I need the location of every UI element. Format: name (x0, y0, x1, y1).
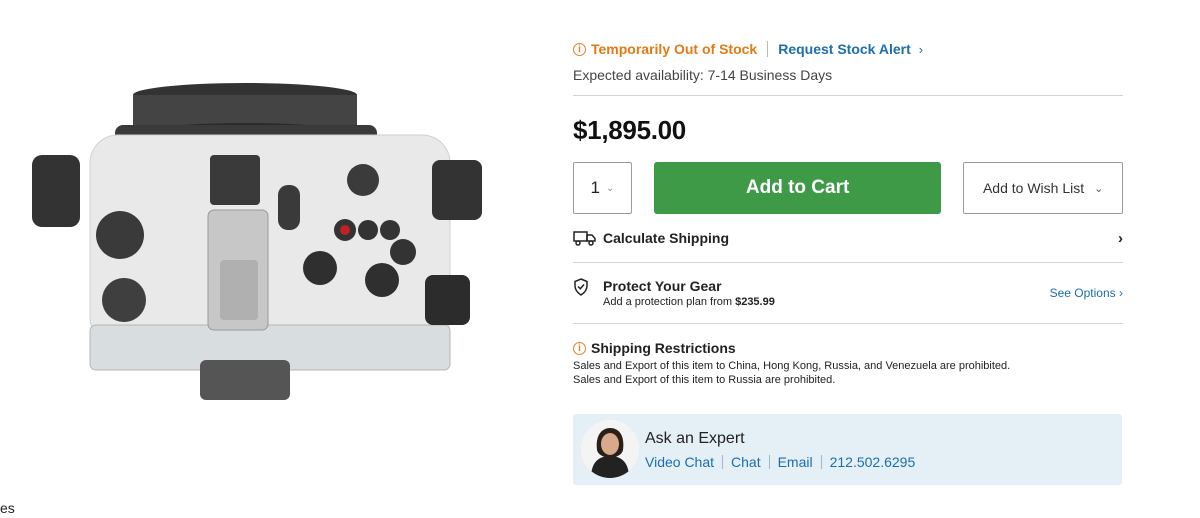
availability-text: Expected availability: 7-14 Business Day… (573, 67, 833, 83)
divider (722, 455, 724, 469)
divider (767, 41, 769, 57)
divider (768, 455, 770, 469)
cutoff-text: es (0, 500, 15, 516)
shield-icon (574, 278, 588, 296)
protection-subtitle: Add a protection plan from $235.99 (603, 296, 775, 308)
ask-an-expert-title: Ask an Expert (645, 430, 745, 447)
stock-status-row: i Temporarily Out of Stock Request Stock… (573, 38, 1123, 60)
email-link[interactable]: Email (778, 454, 813, 470)
buy-row: 1 ⌄ Add to Cart Add to Wish List ⌄ (573, 162, 1123, 214)
chevron-right-icon: › (1119, 286, 1123, 300)
divider (820, 455, 822, 469)
request-stock-alert-link[interactable]: Request Stock Alert (778, 41, 911, 57)
restriction-line: Sales and Export of this item to Russia … (573, 374, 836, 386)
chevron-down-icon: ⌄ (605, 182, 615, 194)
restrictions-title: Shipping Restrictions (591, 340, 736, 356)
expert-contact-links: Video Chat Chat Email 212.502.6295 (645, 454, 915, 470)
product-image[interactable] (20, 70, 500, 420)
quantity-select[interactable]: 1 ⌄ (573, 162, 632, 214)
info-icon: i (573, 341, 586, 355)
protection-price: $235.99 (735, 296, 775, 308)
see-options-link[interactable]: See Options › (1050, 286, 1123, 300)
shipping-restrictions: i Shipping Restrictions Sales and Export… (573, 324, 1123, 412)
restriction-line: Sales and Export of this item to China, … (573, 360, 1011, 372)
product-buy-panel: i Temporarily Out of Stock Request Stock… (573, 38, 1123, 412)
add-to-cart-button[interactable]: Add to Cart (653, 162, 942, 214)
divider (573, 95, 1123, 96)
calculate-shipping-row[interactable]: Calculate Shipping › (573, 214, 1123, 262)
chat-link[interactable]: Chat (731, 454, 761, 470)
protection-title: Protect Your Gear (603, 278, 722, 294)
video-chat-link[interactable]: Video Chat (645, 454, 714, 470)
camera-housing-image (32, 83, 482, 400)
chevron-down-icon: ⌄ (1094, 182, 1104, 195)
expert-avatar (581, 420, 639, 478)
chevron-right-icon[interactable]: › (919, 42, 923, 57)
see-options-label: See Options (1049, 286, 1116, 300)
add-to-wish-list-button[interactable]: Add to Wish List ⌄ (963, 162, 1123, 214)
calculate-shipping-label: Calculate Shipping (603, 230, 730, 246)
protection-subtitle-prefix: Add a protection plan from (603, 296, 736, 308)
price: $1,895.00 (573, 115, 686, 145)
restrictions-title-row: i Shipping Restrictions (573, 340, 1123, 356)
quantity-value: 1 (590, 178, 600, 197)
protection-plan-row: Protect Your Gear Add a protection plan … (573, 263, 1123, 323)
wish-list-label: Add to Wish List (982, 180, 1085, 196)
protection-text: Protect Your Gear Add a protection plan … (603, 278, 775, 308)
ask-an-expert-box: Ask an Expert Video Chat Chat Email 212.… (573, 414, 1122, 485)
truck-icon (573, 231, 596, 246)
phone-link[interactable]: 212.502.6295 (830, 454, 916, 470)
chevron-right-icon: › (1118, 229, 1123, 247)
stock-status: Temporarily Out of Stock (591, 41, 758, 57)
info-icon: i (573, 42, 586, 56)
